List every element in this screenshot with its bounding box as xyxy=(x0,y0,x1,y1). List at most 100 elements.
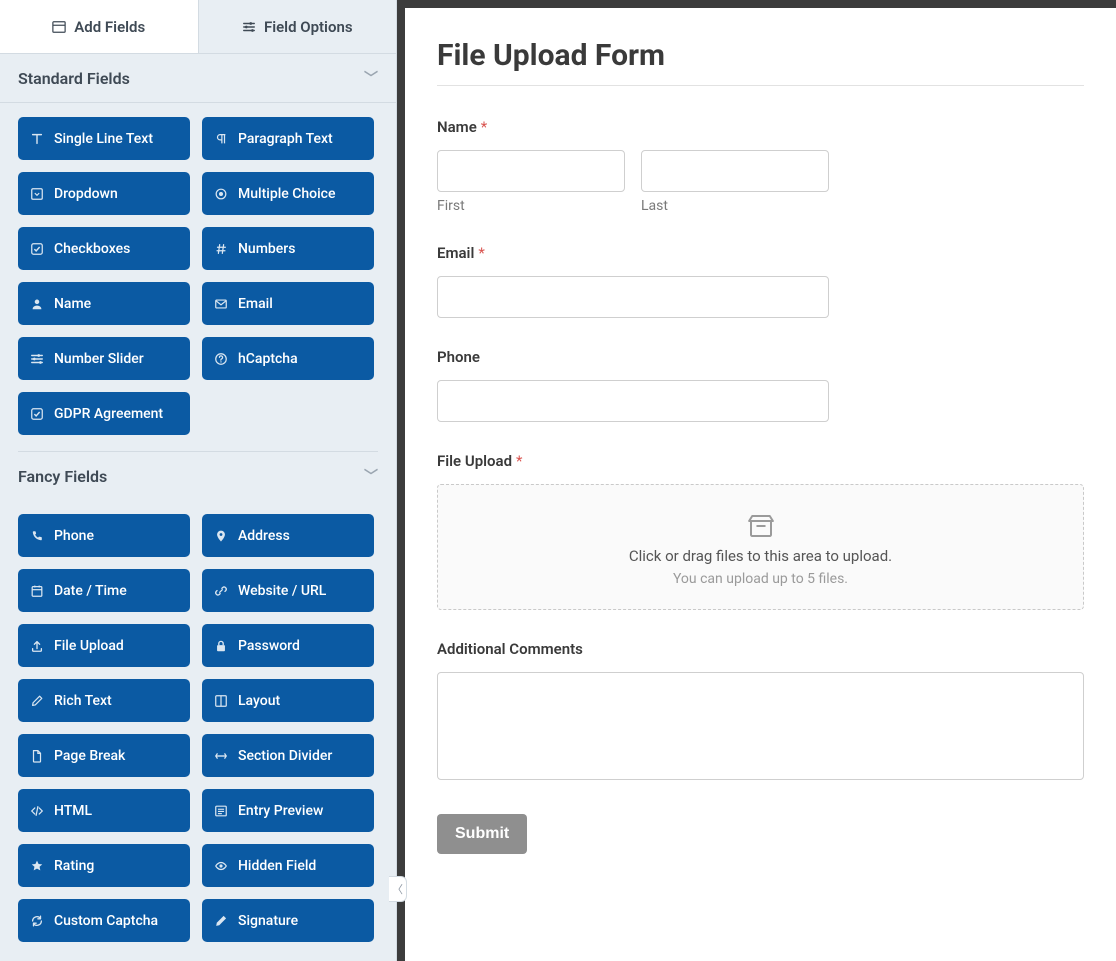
last-name-input[interactable] xyxy=(641,150,829,192)
field-button-label: Email xyxy=(238,296,273,312)
label-text: File Upload xyxy=(437,452,512,470)
submit-button[interactable]: Submit xyxy=(437,814,527,854)
refresh-icon xyxy=(30,914,44,928)
field-rich-text[interactable]: Rich Text xyxy=(18,679,190,722)
field-button-label: Password xyxy=(238,638,300,654)
star-icon xyxy=(30,859,44,873)
field-html[interactable]: HTML xyxy=(18,789,190,832)
field-label: Name* xyxy=(437,118,1084,136)
caret-square-icon xyxy=(30,187,44,201)
first-name-input[interactable] xyxy=(437,150,625,192)
field-signature[interactable]: Signature xyxy=(202,899,374,942)
field-password[interactable]: Password xyxy=(202,624,374,667)
field-button-label: Multiple Choice xyxy=(238,186,335,202)
field-number-slider[interactable]: Number Slider xyxy=(18,337,190,380)
calendar-icon xyxy=(30,584,44,598)
divider-icon xyxy=(214,749,228,763)
upload-icon xyxy=(30,639,44,653)
field-button-label: Single Line Text xyxy=(54,131,153,147)
section-standard-fields[interactable]: Standard Fields ﹀ xyxy=(0,54,396,103)
field-button-label: Checkboxes xyxy=(54,241,130,257)
field-gdpr-agreement[interactable]: GDPR Agreement xyxy=(18,392,190,435)
phone-input[interactable] xyxy=(437,380,829,422)
email-input[interactable] xyxy=(437,276,829,318)
field-hidden-field[interactable]: Hidden Field xyxy=(202,844,374,887)
sidebar-collapse-handle[interactable]: 〈 xyxy=(389,876,407,902)
link-icon xyxy=(214,584,228,598)
field-button-label: Dropdown xyxy=(54,186,118,202)
field-entry-preview[interactable]: Entry Preview xyxy=(202,789,374,832)
field-hcaptcha[interactable]: hCaptcha xyxy=(202,337,374,380)
layout-icon xyxy=(214,694,228,708)
field-paragraph-text[interactable]: Paragraph Text xyxy=(202,117,374,160)
comments-textarea[interactable] xyxy=(437,672,1084,780)
field-multiple-choice[interactable]: Multiple Choice xyxy=(202,172,374,215)
tab-label: Field Options xyxy=(264,18,353,36)
tab-field-options[interactable]: Field Options xyxy=(199,0,397,53)
field-button-label: Page Break xyxy=(54,748,125,764)
question-icon xyxy=(214,352,228,366)
eye-off-icon xyxy=(214,859,228,873)
field-button-label: hCaptcha xyxy=(238,351,298,367)
field-numbers[interactable]: Numbers xyxy=(202,227,374,270)
check-icon xyxy=(30,407,44,421)
chevron-down-icon: ﹀ xyxy=(364,466,378,486)
field-custom-captcha[interactable]: Custom Captcha xyxy=(18,899,190,942)
field-phone[interactable]: Phone xyxy=(18,514,190,557)
form-field-email[interactable]: Email* xyxy=(437,244,1084,318)
panel-icon xyxy=(52,20,66,34)
radio-icon xyxy=(214,187,228,201)
label-text: Name xyxy=(437,118,477,136)
section-fancy-fields[interactable]: Fancy Fields ﹀ xyxy=(0,452,396,500)
field-rating[interactable]: Rating xyxy=(18,844,190,887)
label-text: Email xyxy=(437,244,474,262)
field-website-url[interactable]: Website / URL xyxy=(202,569,374,612)
field-dropdown[interactable]: Dropdown xyxy=(18,172,190,215)
edit-icon xyxy=(30,694,44,708)
form-title: File Upload Form xyxy=(437,38,1084,73)
field-button-label: HTML xyxy=(54,803,92,819)
field-label: Additional Comments xyxy=(437,640,1084,658)
field-address[interactable]: Address xyxy=(202,514,374,557)
fancy-field-grid: Phone Address Date / Time Website / URL File… xyxy=(0,500,396,952)
field-button-label: Section Divider xyxy=(238,748,332,764)
form-field-file-upload[interactable]: File Upload* Click or drag files to this… xyxy=(437,452,1084,610)
field-page-break[interactable]: Page Break xyxy=(18,734,190,777)
file-upload-dropzone[interactable]: Click or drag files to this area to uplo… xyxy=(437,484,1084,610)
field-button-label: Custom Captcha xyxy=(54,913,158,929)
sidebar-scroll[interactable]: Standard Fields ﹀ Single Line Text Paragr… xyxy=(0,54,396,961)
field-date-time[interactable]: Date / Time xyxy=(18,569,190,612)
form-canvas[interactable]: File Upload Form Name* First Last xyxy=(405,8,1116,961)
field-label: Email* xyxy=(437,244,1084,262)
preview-icon xyxy=(214,804,228,818)
form-field-name[interactable]: Name* First Last xyxy=(437,118,1084,214)
field-single-line-text[interactable]: Single Line Text xyxy=(18,117,190,160)
field-name[interactable]: Name xyxy=(18,282,190,325)
form-field-comments[interactable]: Additional Comments xyxy=(437,640,1084,784)
code-icon xyxy=(30,804,44,818)
tab-label: Add Fields xyxy=(74,18,145,36)
field-layout[interactable]: Layout xyxy=(202,679,374,722)
upload-box-icon xyxy=(746,511,776,541)
field-button-label: Rich Text xyxy=(54,693,112,709)
hash-icon xyxy=(214,242,228,256)
field-file-upload[interactable]: File Upload xyxy=(18,624,190,667)
field-button-label: Name xyxy=(54,296,91,312)
lock-icon xyxy=(214,639,228,653)
chevron-down-icon: ﹀ xyxy=(364,68,378,88)
tab-add-fields[interactable]: Add Fields xyxy=(0,0,199,53)
phone-icon xyxy=(30,529,44,543)
standard-field-grid: Single Line Text Paragraph Text Dropdown Mu… xyxy=(0,103,396,445)
field-checkboxes[interactable]: Checkboxes xyxy=(18,227,190,270)
chevron-left-icon: 〈 xyxy=(392,881,403,897)
field-section-divider[interactable]: Section Divider xyxy=(202,734,374,777)
text-icon xyxy=(30,132,44,146)
form-field-phone[interactable]: Phone xyxy=(437,348,1084,422)
form-canvas-wrap: File Upload Form Name* First Last xyxy=(397,0,1116,961)
sub-label-first: First xyxy=(437,198,625,214)
paragraph-icon xyxy=(214,132,228,146)
field-label: Phone xyxy=(437,348,1084,366)
field-email[interactable]: Email xyxy=(202,282,374,325)
field-button-label: Paragraph Text xyxy=(238,131,333,147)
field-button-label: Website / URL xyxy=(238,583,326,599)
